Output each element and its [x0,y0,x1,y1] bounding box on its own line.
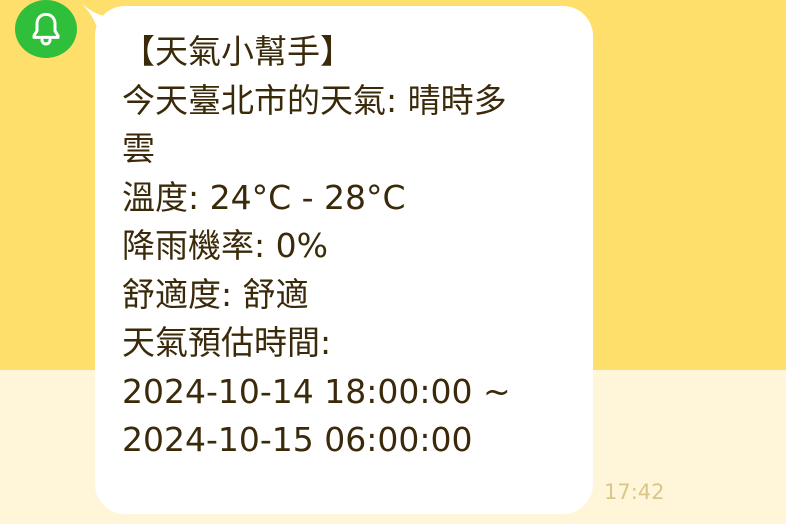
message-line-forecast-end: 2024-10-15 06:00:00 [122,420,473,459]
message-line-forecast-start: 2024-10-14 18:00:00 ~ [122,371,511,411]
message-line-temperature: 溫度: 24°C - 28°C [122,177,406,217]
message-line-comfort: 舒適度: 舒適 [122,274,309,314]
message-bubble[interactable]: 【天氣小幫手】 今天臺北市的天氣: 晴時多 雲 溫度: 24°C - 28°C … [95,6,593,514]
bell-icon [26,9,66,49]
message-line-weather: 今天臺北市的天氣: 晴時多 [122,80,507,120]
message-title: 【天氣小幫手】 [122,32,353,71]
message-line-rain-probability: 降雨機率: 0% [122,226,328,265]
message-line-forecast-label: 天氣預估時間: [122,323,332,362]
sender-avatar[interactable] [15,0,77,58]
message-line-weather-cont: 雲 [122,129,155,168]
message-timestamp: 17:42 [604,480,665,504]
